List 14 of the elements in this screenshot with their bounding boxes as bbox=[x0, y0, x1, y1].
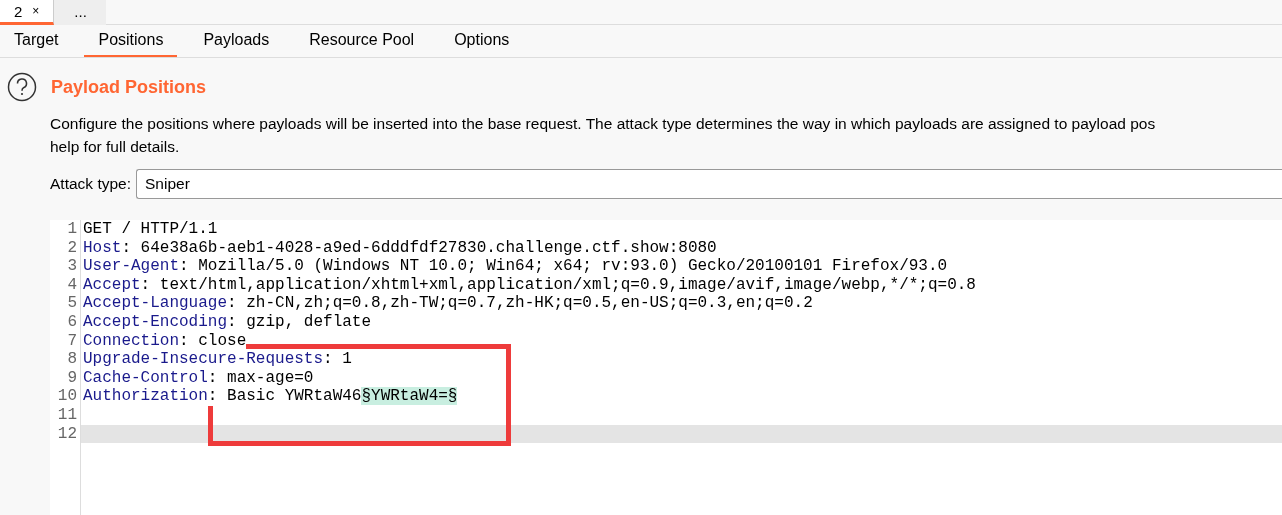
tab[interactable]: Payloads bbox=[189, 25, 284, 57]
attack-type-label: Attack type: bbox=[50, 175, 131, 193]
tab[interactable]: Options bbox=[440, 25, 524, 57]
tab[interactable]: Positions bbox=[84, 25, 178, 57]
section-title: Payload Positions bbox=[51, 76, 207, 98]
tab[interactable]: Resource Pool bbox=[295, 25, 429, 57]
description-text: help for full details. bbox=[50, 137, 180, 157]
help-icon[interactable] bbox=[7, 72, 37, 102]
attack-type-dropdown[interactable]: Sniper bbox=[136, 169, 1282, 199]
editor-tab[interactable]: ... bbox=[54, 0, 107, 25]
tab[interactable]: Target bbox=[0, 25, 73, 57]
request-editor[interactable] bbox=[50, 220, 1282, 515]
editor-tab[interactable]: 2 × bbox=[0, 0, 55, 25]
description-text: Configure the positions where payloads will be inserted into the base request. The attack type determines the way in which payloads are assigned to payload pos bbox=[50, 114, 1156, 134]
